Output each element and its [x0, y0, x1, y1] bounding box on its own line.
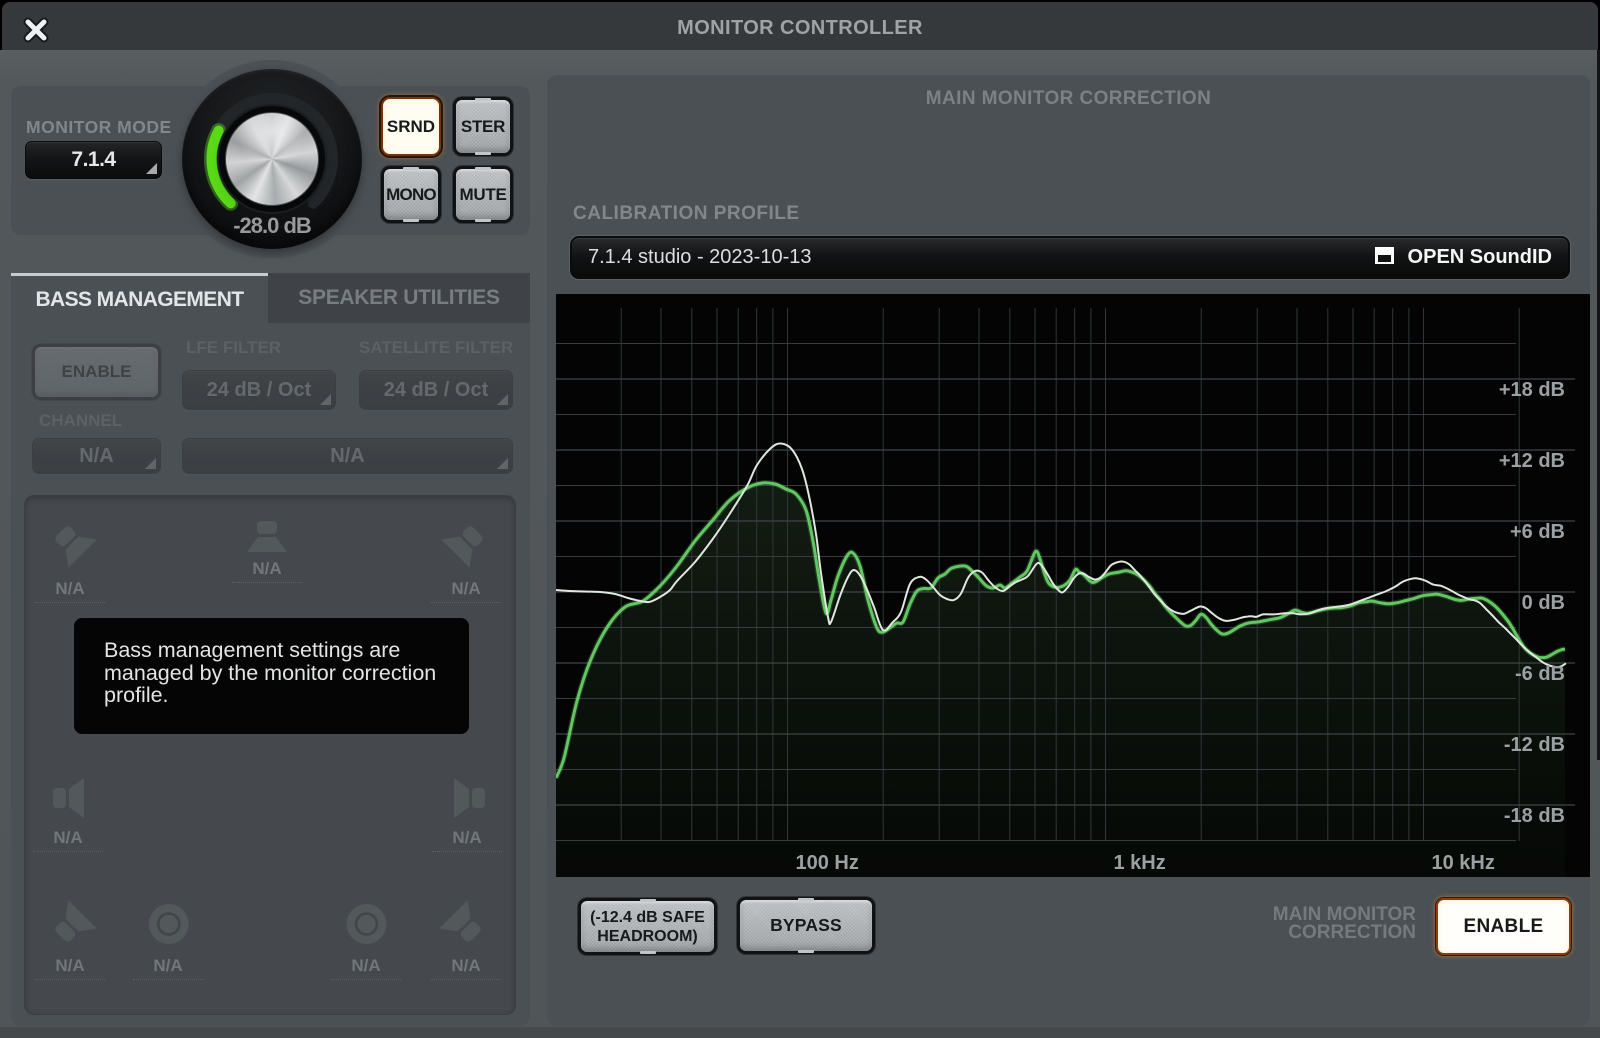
svg-text:+18 dB: +18 dB [1499, 379, 1565, 401]
svg-text:-18 dB: -18 dB [1504, 805, 1565, 827]
svg-text:10 kHz: 10 kHz [1432, 852, 1495, 874]
svg-text:-6 dB: -6 dB [1515, 663, 1565, 685]
svg-text:0 dB: 0 dB [1522, 592, 1565, 614]
svg-text:+12 dB: +12 dB [1499, 450, 1565, 472]
svg-text:100 Hz: 100 Hz [796, 852, 859, 874]
svg-text:-12 dB: -12 dB [1504, 734, 1565, 756]
svg-text:1 kHz: 1 kHz [1114, 852, 1166, 874]
svg-text:+6 dB: +6 dB [1510, 521, 1565, 543]
